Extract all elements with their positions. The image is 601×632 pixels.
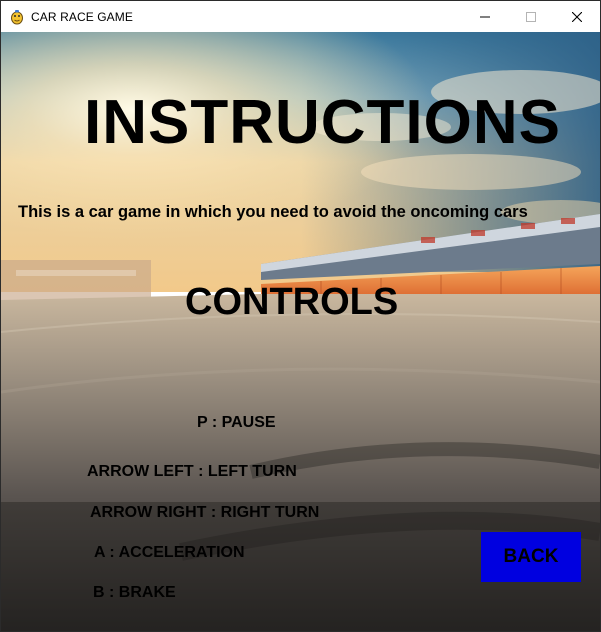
control-right-turn: ARROW RIGHT : RIGHT TURN [90,504,320,521]
control-pause: P : PAUSE [197,414,276,431]
back-button[interactable]: BACK [481,532,581,582]
pygame-snake-icon [11,9,23,24]
maximize-icon [526,11,536,22]
minimize-button[interactable] [462,1,508,32]
control-acceleration: A : ACCELERATION [94,544,245,561]
instructions-intro-text: This is a car game in which you need to … [18,203,528,221]
close-icon [572,11,582,22]
window-title: CAR RACE GAME [31,9,133,24]
title-bar[interactable]: CAR RACE GAME [1,1,600,32]
window-controls [462,1,600,32]
control-left-turn: ARROW LEFT : LEFT TURN [87,463,297,480]
game-window: CAR RACE GAME INSTRUCTIONS This is a car… [0,0,601,632]
controls-heading: CONTROLS [185,281,399,323]
minimize-icon [480,16,490,17]
instructions-screen: INSTRUCTIONS This is a car game in which… [1,32,600,631]
control-brake: B : BRAKE [93,584,176,601]
instructions-heading: INSTRUCTIONS [84,88,561,157]
close-button[interactable] [554,1,600,32]
maximize-button[interactable] [508,1,554,32]
